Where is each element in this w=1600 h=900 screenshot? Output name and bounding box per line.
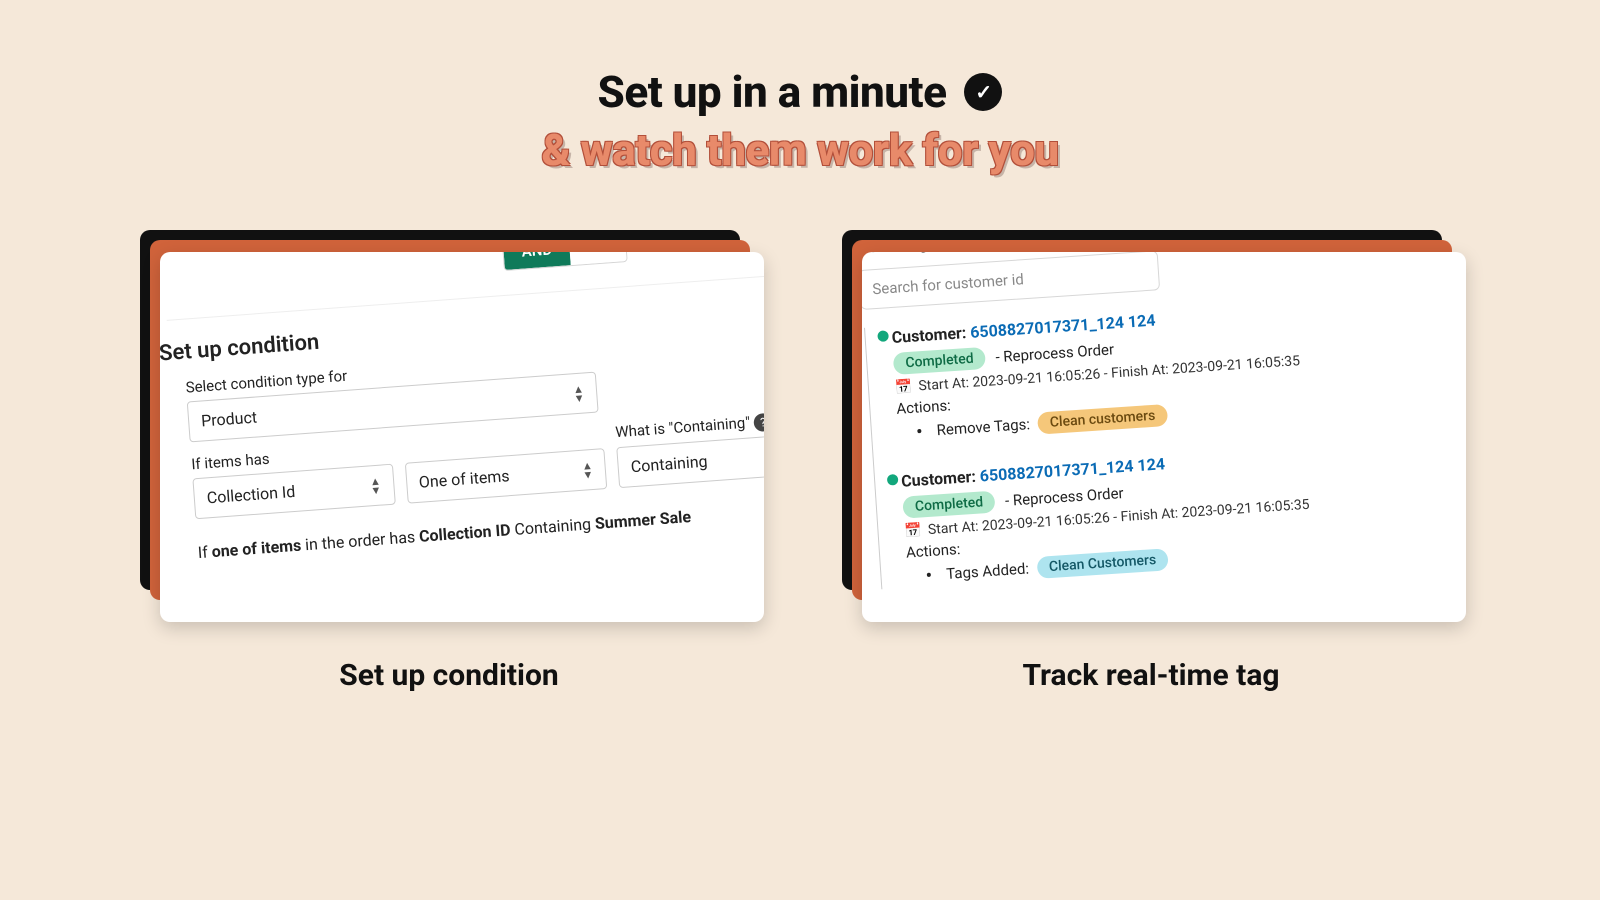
right-caption: Track real-time tag	[836, 658, 1466, 693]
and-button[interactable]: AND	[502, 252, 571, 270]
or-button[interactable]: OR	[569, 252, 627, 265]
calendar-icon: 📅	[904, 522, 922, 539]
help-icon[interactable]: ?	[753, 413, 764, 432]
right-panel: Add Tags To Customer ( 2 customers) Sear…	[836, 244, 1466, 693]
chevron-updown-icon: ▲▼	[369, 476, 381, 495]
headline-line-2: & watch them work for you	[0, 124, 1600, 176]
tag-pill: Clean customers	[1037, 404, 1168, 435]
chevron-updown-icon: ▲▼	[581, 461, 593, 480]
status-note: - Reprocess Order	[995, 340, 1115, 366]
customer-label: Customer:	[891, 323, 971, 347]
headline-line-1: Set up in a minute	[598, 66, 947, 118]
activity-timeline: Customer: 6508827017371_124 124 Complete…	[864, 284, 1466, 590]
left-caption: Set up condition	[134, 658, 764, 693]
status-note: - Reprocess Order	[1004, 484, 1124, 510]
action-text: Remove Tags:	[936, 415, 1030, 439]
chevron-updown-icon: ▲▼	[573, 384, 585, 403]
check-icon: ✓	[964, 73, 1002, 111]
quantifier-select[interactable]: One of items ▲▼	[404, 448, 607, 504]
if-items-has-select[interactable]: Collection Id ▲▼	[192, 464, 395, 520]
condition-combine-toggle[interactable]: AND OR	[501, 252, 628, 271]
tag-pill: Clean Customers	[1036, 548, 1169, 579]
quantifier-value: One of items	[418, 466, 510, 492]
customer-search-input[interactable]: Search for customer id	[862, 252, 1160, 310]
right-title: Add Tags To Customer ( 2 customers)	[862, 252, 1466, 258]
operator-value: Containing	[630, 452, 708, 477]
timeline-dot-icon	[887, 474, 899, 486]
timeline-entry: Customer: 6508827017371_124 124 Complete…	[893, 427, 1466, 588]
left-card: et you select the type of condition comu…	[160, 252, 764, 622]
left-panel: et you select the type of condition comu…	[134, 244, 764, 693]
customer-label: Customer:	[901, 467, 981, 491]
condition-type-value: Product	[201, 407, 258, 430]
calendar-icon: 📅	[895, 379, 913, 396]
timeline-dot-icon	[877, 330, 889, 342]
status-badge: Completed	[902, 491, 996, 519]
timeline-entry: Customer: 6508827017371_124 124 Complete…	[883, 284, 1466, 445]
action-text: Tags Added:	[946, 559, 1030, 582]
right-card: Add Tags To Customer ( 2 customers) Sear…	[862, 252, 1466, 622]
status-badge: Completed	[893, 347, 987, 375]
if-items-has-value: Collection Id	[206, 482, 296, 507]
